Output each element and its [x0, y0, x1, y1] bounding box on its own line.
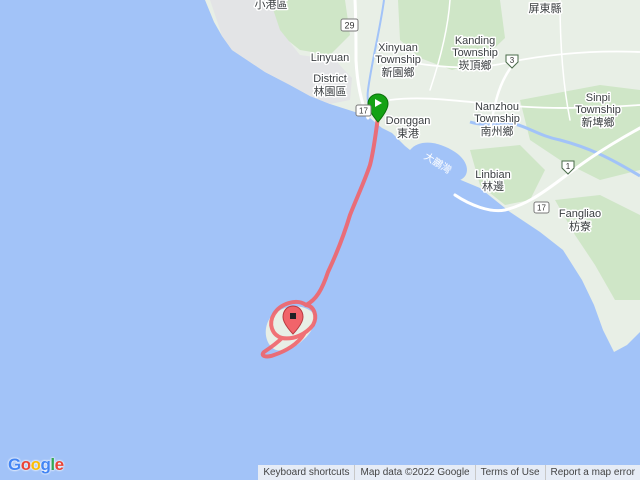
place-label: 林園區	[314, 84, 347, 98]
place-label: Township	[375, 54, 421, 66]
keyboard-shortcuts-link[interactable]: Keyboard shortcuts	[258, 465, 354, 480]
svg-text:29: 29	[344, 21, 354, 31]
place-label: Linyuan	[311, 52, 350, 64]
route-shield: 17	[355, 104, 372, 117]
place-label: Township	[452, 47, 498, 59]
svg-text:17: 17	[359, 107, 368, 116]
place-label: Nanzhou	[475, 101, 519, 113]
place-label: Donggan	[386, 115, 431, 127]
logo-letter: o	[20, 455, 31, 474]
logo-letter: e	[54, 455, 64, 474]
place-label: 枋寮	[569, 219, 591, 233]
logo-letter: G	[8, 455, 21, 474]
place-label: Township	[575, 104, 621, 116]
terms-link[interactable]: Terms of Use	[474, 465, 545, 480]
logo-letter: g	[40, 455, 51, 474]
svg-text:17: 17	[537, 204, 546, 213]
logo-letter: o	[30, 455, 41, 474]
map-data-credit: Map data ©2022 Google	[354, 465, 474, 480]
svg-text:3: 3	[510, 56, 515, 65]
route-shield: 29	[340, 18, 359, 32]
map-canvas[interactable]: 小港區 屏東縣 Xinyuan Township 新園鄉 Kanding Tow…	[0, 0, 640, 480]
place-label: District	[313, 73, 347, 85]
place-label: Kanding	[455, 35, 495, 47]
place-label: Township	[474, 113, 520, 125]
report-error-link[interactable]: Report a map error	[544, 465, 640, 480]
place-label: 新埤鄉	[582, 115, 615, 129]
place-label: 崁頂鄉	[459, 59, 492, 72]
place-label: Sinpi	[586, 92, 610, 104]
place-label: 新園鄉	[382, 65, 415, 79]
place-label: 東港	[397, 127, 419, 140]
place-label: 屏東縣	[529, 2, 562, 15]
attribution-bar: Keyboard shortcuts Map data ©2022 Google…	[258, 465, 640, 480]
place-label: Xinyuan	[378, 42, 418, 54]
svg-text:1: 1	[566, 162, 571, 171]
place-label: 南州鄉	[481, 125, 514, 138]
place-label: 小港區	[255, 0, 288, 11]
place-label: 林邊	[482, 179, 504, 193]
route-shield: 17	[533, 201, 550, 214]
google-logo[interactable]: Google	[8, 455, 64, 475]
place-label: Fangliao	[559, 208, 601, 220]
